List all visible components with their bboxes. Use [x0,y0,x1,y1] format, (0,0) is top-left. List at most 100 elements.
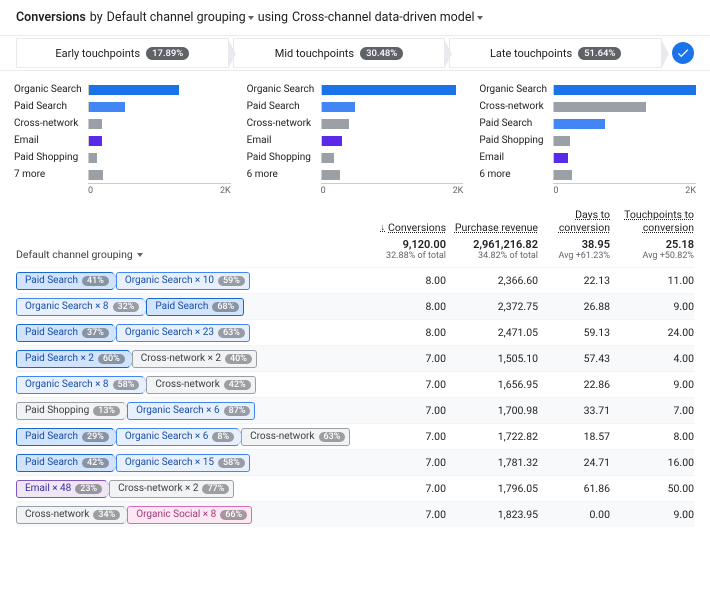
cell-days: 0.00 [538,508,610,521]
chip-label: Paid Search [25,431,78,442]
axis-tick: 2K [453,186,464,196]
column-touchpoints[interactable]: Touchpoints to conversion 25.18 Avg +50.… [610,208,694,261]
cell-touchpoints: 24.00 [610,326,694,339]
cell-touchpoints: 16.00 [610,456,694,469]
bar-fill [89,153,97,163]
cell-conversions: 7.00 [362,482,446,495]
chip-label: Email × 48 [25,483,71,494]
chip-label: Paid Search [25,457,78,468]
cell-touchpoints: 7.00 [610,404,694,417]
tab-mid[interactable]: Mid touchpoints 30.48% [233,38,446,68]
table-row[interactable]: Paid Search41%Organic Search × 1059%8.00… [16,267,694,293]
bar-label: 7 more [14,169,88,180]
cell-touchpoints: 9.00 [610,300,694,313]
path-chip: Paid Search68% [146,298,244,316]
bar-fill [554,102,646,112]
chip-percent: 42% [224,380,251,390]
bar-row: Paid Shopping [14,149,231,166]
chip-percent: 42% [82,458,109,468]
chip-label: Cross-network [250,431,314,442]
cell-revenue: 1,700.98 [446,404,538,417]
path-chip: Cross-network63% [241,428,350,446]
metric-dropdown[interactable]: Conversions [16,10,86,25]
bar-row: Paid Search [479,115,696,132]
cell-touchpoints: 11.00 [610,274,694,287]
cell-revenue: 2,372.75 [446,300,538,313]
bar-chart: Organic SearchPaid SearchCross-networkEm… [6,81,239,196]
path-chip: Paid Search × 260% [16,350,130,368]
bar-track [321,119,464,129]
by-label: by [90,10,103,25]
chip-label: Paid Search [155,301,208,312]
column-revenue[interactable]: Purchase revenue 2,961,216.82 34.82% of … [446,221,538,261]
bar-track [553,136,696,146]
bar-row: Email [479,149,696,166]
bar-fill [554,85,696,95]
column-total: 2,961,216.82 [454,238,538,251]
grouping-label: Default channel grouping [107,10,246,25]
table-row[interactable]: Cross-network34%Organic Social × 866%7.0… [16,501,694,527]
bar-chart: Organic SearchCross-networkPaid SearchPa… [471,81,704,196]
bar-label: 6 more [247,169,321,180]
grouping-column-dropdown[interactable]: Default channel grouping [16,248,196,261]
grouping-column-label: Default channel grouping [16,248,133,261]
chip-percent: 77% [202,484,229,494]
bar-fill [554,136,570,146]
column-conversions[interactable]: ↓Conversions 9,120.00 32.88% of total [362,221,446,261]
axis-tick: 2K [220,186,231,196]
column-sub: 32.88% of total [370,251,446,261]
grouping-dropdown[interactable]: Default channel grouping [107,10,254,25]
chip-label: Organic Search × 6 [136,405,220,416]
cell-conversions: 7.00 [362,378,446,391]
tab-early[interactable]: Early touchpoints 17.89% [16,38,229,68]
bar-label: 6 more [479,169,553,180]
cell-days: 61.86 [538,482,610,495]
path-chip: Organic Search × 832% [16,298,144,316]
tab-label: Early touchpoints [55,47,140,60]
column-sub: 34.82% of total [454,251,538,261]
model-dropdown[interactable]: Cross-channel data-driven model [292,10,482,25]
bar-fill [322,119,349,129]
bar-fill [554,153,567,163]
tab-percent-badge: 30.48% [360,47,403,60]
table-row[interactable]: Organic Search × 832%Paid Search68% 8.002… [16,293,694,319]
bar-row: 6 more [479,166,696,183]
chip-percent: 59% [218,276,245,286]
bar-row: Paid Search [247,98,464,115]
cell-conversions: 8.00 [362,300,446,313]
chip-percent: 29% [82,432,109,442]
path-cell: Paid Search29%Organic Search × 68%Cross-… [16,428,362,446]
column-sub: Avg +50.82% [618,251,694,261]
chevron-down-icon [137,253,143,257]
table-row[interactable]: Organic Search × 858%Cross-network42%7.0… [16,371,694,397]
chip-percent: 23% [75,484,102,494]
path-chip: Organic Search × 1059% [116,272,250,290]
path-cell: Organic Search × 858%Cross-network42% [16,376,362,394]
table-header: Default channel grouping ↓Conversions 9,… [16,202,694,267]
chip-label: Paid Search [25,275,78,286]
table-row[interactable]: Paid Search42%Organic Search × 1558%7.00… [16,449,694,475]
column-days[interactable]: Days to conversion 38.95 Avg +61.23% [538,208,610,261]
bar-fill [89,170,103,180]
tab-late[interactable]: Late touchpoints 51.64% [449,38,662,68]
using-label: using [258,10,288,25]
chip-label: Organic Search × 8 [25,301,109,312]
bar-label: Organic Search [14,84,88,95]
path-chip: Cross-network × 277% [109,480,234,498]
table-row[interactable]: Paid Search29%Organic Search × 68%Cross-… [16,423,694,449]
bar-fill [89,119,102,129]
cell-touchpoints: 8.00 [610,430,694,443]
breadcrumb: Conversions by Default channel grouping … [0,0,710,35]
table-row[interactable]: Paid Search37%Organic Search × 2363%8.00… [16,319,694,345]
chip-percent: 66% [220,510,247,520]
bar-row: 6 more [247,166,464,183]
check-icon[interactable] [672,42,694,64]
chart-axis: 02K [321,183,464,196]
bar-fill [322,170,340,180]
path-chip: Organic Search × 687% [127,402,255,420]
table-row[interactable]: Paid Shopping13%Organic Search × 687%7.0… [16,397,694,423]
column-total: 25.18 [618,238,694,251]
table-row[interactable]: Email × 4823%Cross-network × 277%7.001,7… [16,475,694,501]
table-row[interactable]: Paid Search × 260%Cross-network × 240%7.… [16,345,694,371]
chip-percent: 58% [113,380,140,390]
